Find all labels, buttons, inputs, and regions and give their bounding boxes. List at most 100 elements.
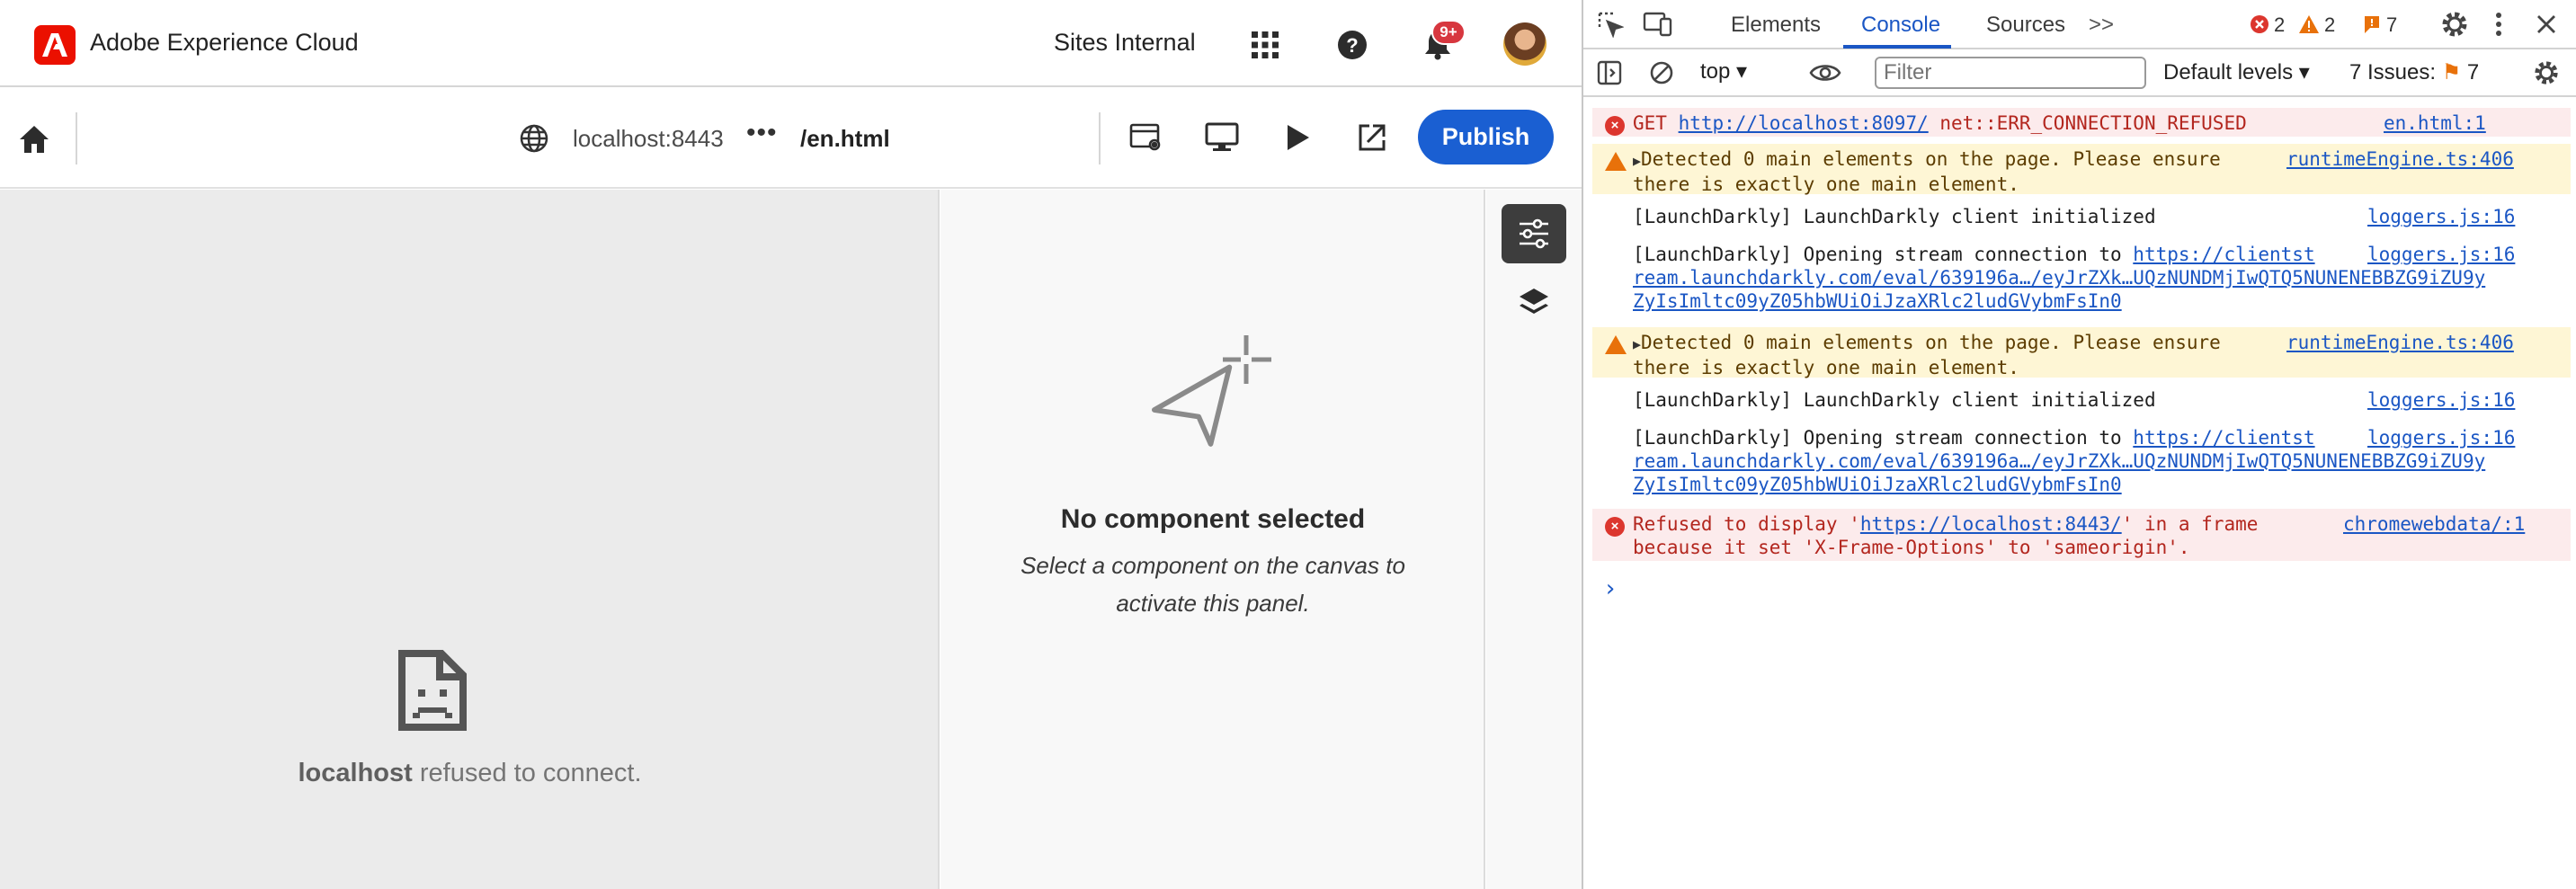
message-line: Detected 0 main elements on the page. Pl… <box>1641 332 2221 353</box>
settings-gear-icon[interactable] <box>2439 9 2470 40</box>
console-message[interactable]: × GET http://localhost:8097/ net::ERR_CO… <box>1592 108 2571 137</box>
apps-grid-icon[interactable] <box>1245 25 1285 65</box>
tab-console[interactable]: Console <box>1861 13 1940 38</box>
sidebar-toggle-icon[interactable] <box>1596 59 1623 86</box>
message-link[interactable]: ZyIsImltc09yZ05hbWUiOiJzaXRlc2ludGVybmFs… <box>1633 474 2122 495</box>
console-filter-input[interactable] <box>1875 57 2146 89</box>
issues-flag-icon[interactable] <box>2362 14 2382 34</box>
no-component-description: Select a component on the canvas to acti… <box>1021 552 1405 617</box>
app-title[interactable]: Adobe Experience Cloud <box>90 29 359 57</box>
levels-label: Default levels <box>2163 60 2294 84</box>
right-rail <box>1486 190 1582 889</box>
console-message[interactable]: ▶Detected 0 main elements on the page. P… <box>1592 144 2571 195</box>
editor-toolbar: localhost:8443 ••• /en.html Publish <box>0 87 1582 189</box>
desktop-preview-icon[interactable] <box>1203 120 1241 156</box>
devtools-panel: Elements Console Sources >> 2 2 7 top ▾ … <box>1582 0 2576 889</box>
message-source-link[interactable]: runtimeEngine.ts:406 <box>2286 147 2514 171</box>
console-prompt[interactable]: › <box>1603 575 1618 602</box>
message-link[interactable]: ream.launchdarkly.com/eval/639196a…/eyJr… <box>1633 450 2485 472</box>
home-icon[interactable] <box>16 121 52 157</box>
warning-count-icon[interactable] <box>2298 14 2320 34</box>
warning-icon <box>1605 152 1627 171</box>
preview-play-icon[interactable] <box>1279 120 1316 156</box>
close-devtools-icon[interactable] <box>2533 11 2560 38</box>
properties-rail-button[interactable] <box>1502 204 1566 263</box>
error-count[interactable]: 2 <box>2274 13 2285 37</box>
toolbar-divider <box>76 112 77 164</box>
context-select[interactable]: top ▾ <box>1700 58 1747 84</box>
message-source-link[interactable]: en.html:1 <box>2384 111 2486 135</box>
sad-document-icon <box>398 650 467 735</box>
message-link[interactable]: ream.launchdarkly.com/eval/639196a…/eyJr… <box>1633 267 2485 289</box>
message-source-link[interactable]: runtimeEngine.ts:406 <box>2286 331 2514 354</box>
error-count-icon[interactable] <box>2250 14 2269 34</box>
help-icon[interactable]: ? <box>1333 25 1372 65</box>
tab-sources[interactable]: Sources <box>1986 13 2065 38</box>
page-properties-icon[interactable] <box>1128 120 1165 156</box>
message-prefix: [LaunchDarkly] Opening stream connection… <box>1633 244 2134 265</box>
tab-elements[interactable]: Elements <box>1731 13 1821 38</box>
console-settings-gear-icon[interactable] <box>2531 58 2562 88</box>
publish-button[interactable]: Publish <box>1418 110 1554 164</box>
issues-button[interactable]: 7 Issues: ⚑ 7 <box>2349 59 2479 85</box>
more-tabs-button[interactable]: >> <box>2089 13 2114 38</box>
message-suffix: ' in a frame <box>2121 513 2259 535</box>
device-toolbar-icon[interactable] <box>1643 11 1673 38</box>
user-avatar[interactable] <box>1503 22 1546 66</box>
clear-console-icon[interactable] <box>1648 59 1675 86</box>
refused-host: localhost <box>298 759 413 787</box>
console-message[interactable]: [LaunchDarkly] Opening stream connection… <box>1592 422 2571 500</box>
message-suffix: net::ERR_CONNECTION_REFUSED <box>1928 112 2247 134</box>
warning-count[interactable]: 2 <box>2324 13 2335 37</box>
error-icon: × <box>1605 116 1625 136</box>
message-source-link[interactable]: loggers.js:16 <box>2367 426 2515 449</box>
issues-count[interactable]: 7 <box>2386 13 2397 37</box>
message-text: [LaunchDarkly] Opening stream connection… <box>1633 243 2485 313</box>
log-levels-dropdown[interactable]: Default levels ▾ <box>2163 59 2310 85</box>
message-link[interactable]: ZyIsImltc09yZ05hbWUiOiJzaXRlc2ludGVybmFs… <box>1633 290 2122 312</box>
console-message[interactable]: [LaunchDarkly] LaunchDarkly client initi… <box>1592 201 2571 230</box>
message-line: Detected 0 main elements on the page. Pl… <box>1641 148 2221 170</box>
message-source-link[interactable]: loggers.js:16 <box>2367 243 2515 266</box>
shell-header: Adobe Experience Cloud Sites Internal ? … <box>0 0 1582 87</box>
console-message[interactable]: ▶Detected 0 main elements on the page. P… <box>1592 327 2571 378</box>
layers-rail-button[interactable] <box>1502 273 1566 333</box>
message-link[interactable]: https://clientst <box>2133 427 2314 449</box>
live-expression-eye-icon[interactable] <box>1808 59 1842 86</box>
console-output[interactable]: × GET http://localhost:8097/ net::ERR_CO… <box>1583 99 2576 889</box>
message-prefix: [LaunchDarkly] Opening stream connection… <box>1633 427 2134 449</box>
message-text: ▶Detected 0 main elements on the page. P… <box>1633 331 2221 379</box>
inspect-element-icon[interactable] <box>1596 11 1625 38</box>
org-switcher[interactable]: Sites Internal <box>1054 29 1196 57</box>
message-link[interactable]: http://localhost:8097/ <box>1679 112 1929 134</box>
context-value: top <box>1700 59 1731 84</box>
expand-triangle-icon[interactable]: ▶ <box>1633 336 1641 352</box>
message-source-link[interactable]: loggers.js:16 <box>2367 205 2515 228</box>
console-message[interactable]: [LaunchDarkly] LaunchDarkly client initi… <box>1592 385 2571 413</box>
expand-triangle-icon[interactable]: ▶ <box>1633 153 1641 169</box>
console-message[interactable]: [LaunchDarkly] Opening stream connection… <box>1592 239 2571 316</box>
open-in-new-tab-icon[interactable] <box>1353 120 1391 156</box>
editor-canvas[interactable]: localhost refused to connect. <box>0 190 940 889</box>
universal-editor: Adobe Experience Cloud Sites Internal ? … <box>0 0 1582 889</box>
select-cursor-icon <box>1151 332 1277 458</box>
warning-icon <box>1605 335 1627 354</box>
toolbar-divider <box>1099 112 1101 164</box>
message-text: GET http://localhost:8097/ net::ERR_CONN… <box>1633 111 2247 135</box>
message-source-link[interactable]: loggers.js:16 <box>2367 388 2515 412</box>
more-options-button[interactable]: ••• <box>746 118 778 148</box>
message-line: there is exactly one main element. <box>1633 357 2019 378</box>
console-message[interactable]: × Refused to display 'https://localhost:… <box>1592 509 2571 561</box>
globe-icon <box>517 121 551 156</box>
message-line: because it set 'X-Frame-Options' to 'sam… <box>1633 537 2190 558</box>
issues-label: 7 Issues: <box>2349 60 2437 84</box>
message-text: [LaunchDarkly] LaunchDarkly client initi… <box>1633 206 2156 227</box>
issues-flag-glyph: ⚑ <box>2441 60 2462 84</box>
adobe-logo-icon[interactable] <box>34 25 76 65</box>
location-host[interactable]: localhost:8443 <box>573 125 724 153</box>
message-link[interactable]: https://localhost:8443/ <box>1860 513 2122 535</box>
message-source-link[interactable]: chromewebdata/:1 <box>2343 512 2525 536</box>
location-path[interactable]: /en.html <box>800 125 890 153</box>
message-link[interactable]: https://clientst <box>2133 244 2314 265</box>
kebab-menu-icon[interactable] <box>2488 9 2509 40</box>
